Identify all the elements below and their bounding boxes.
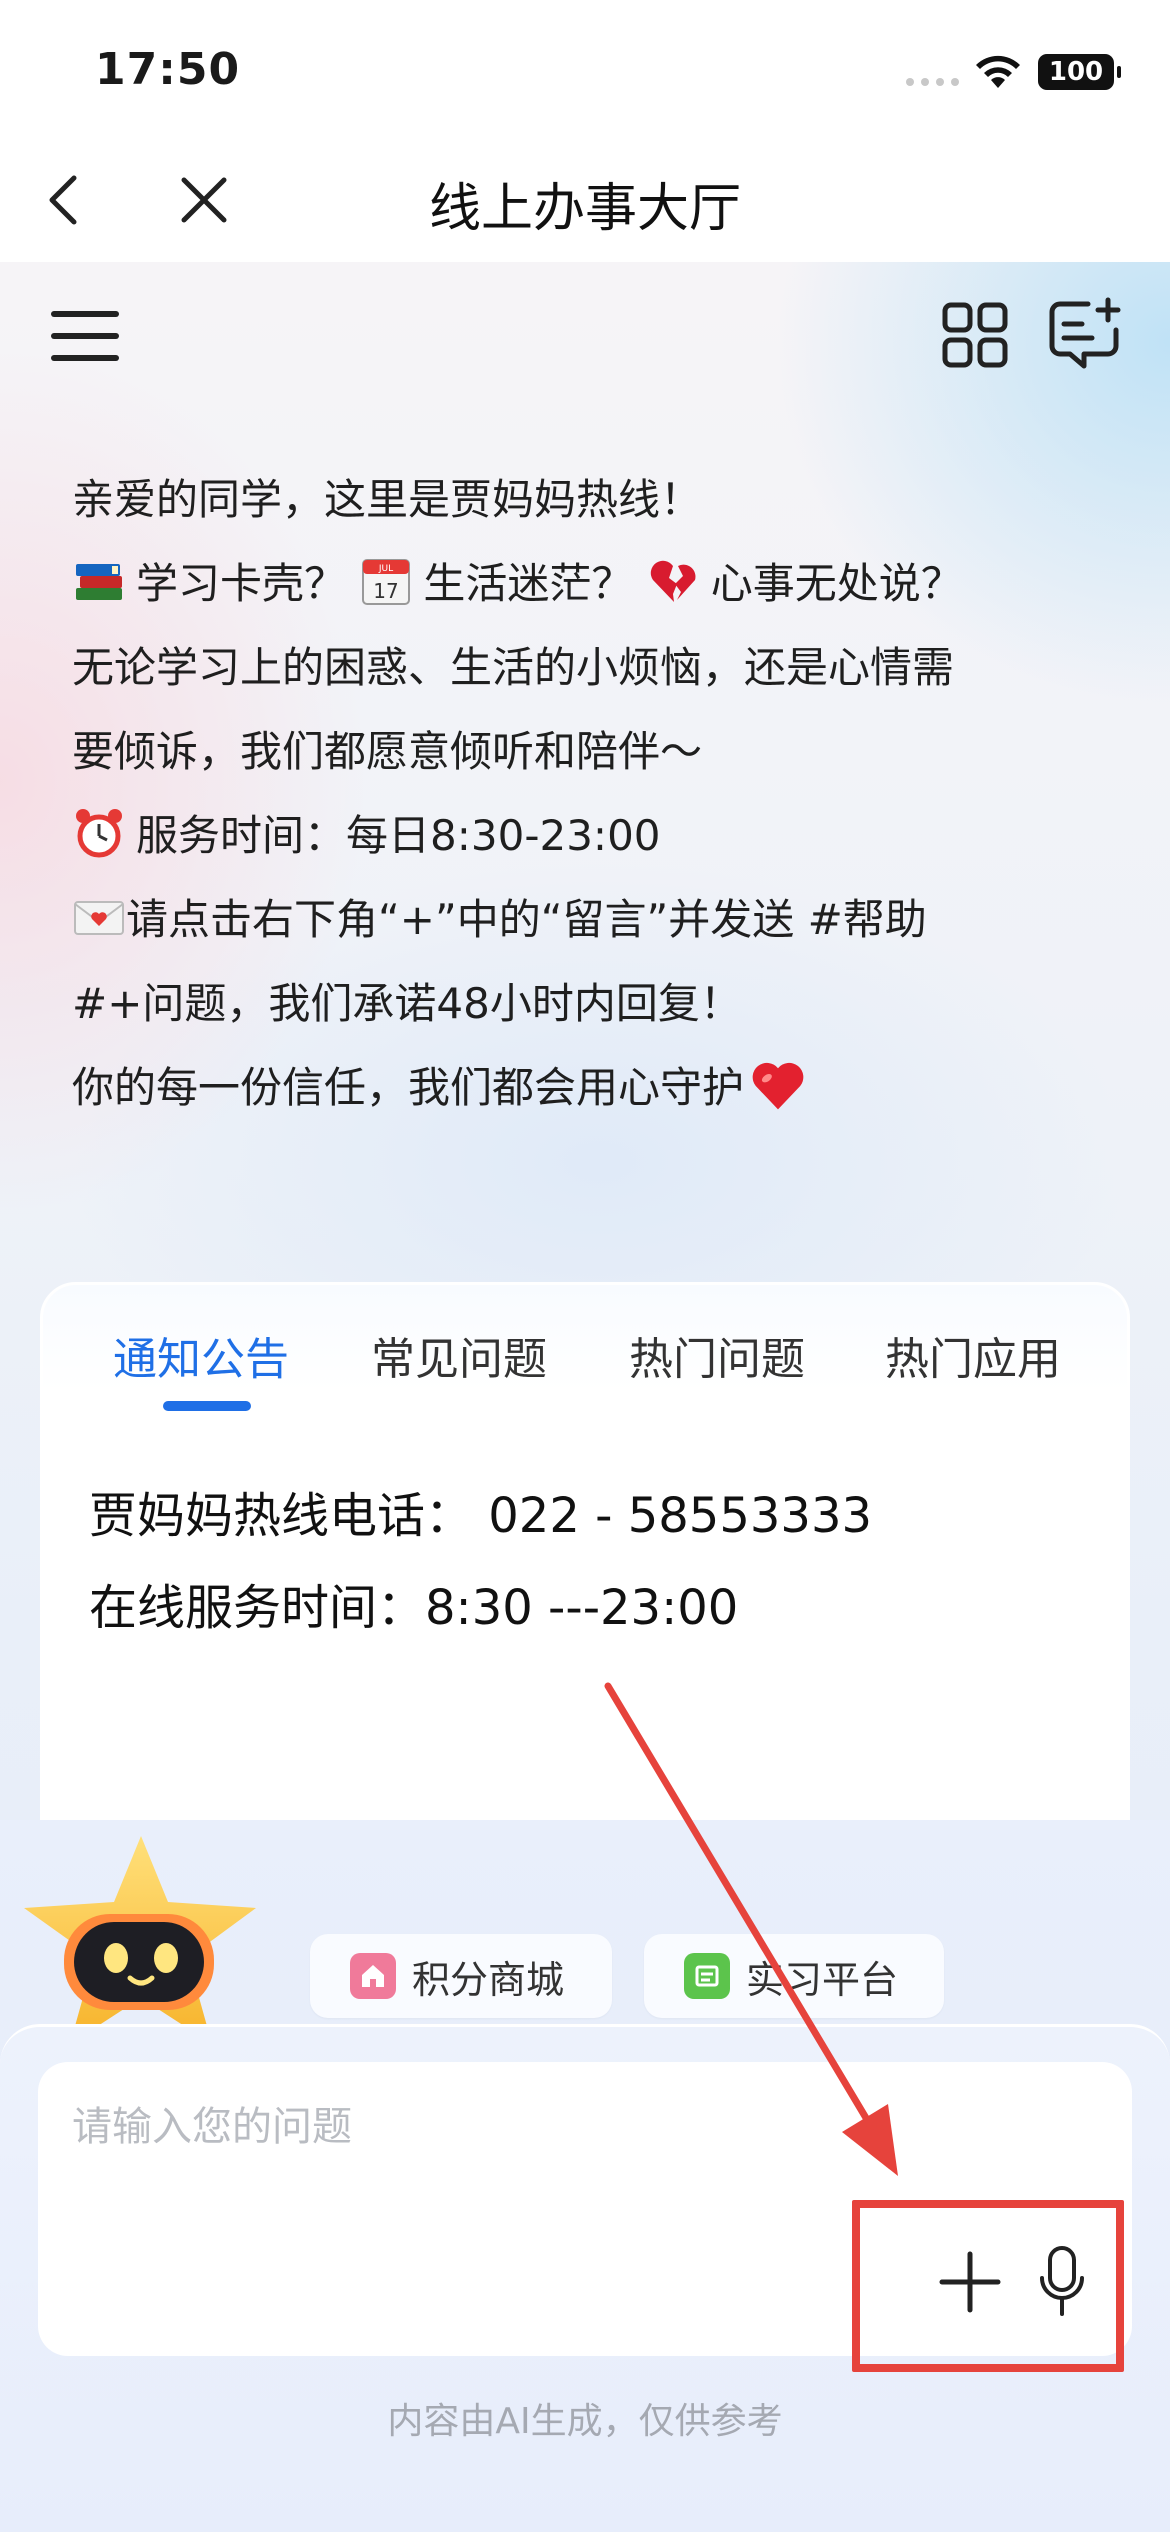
home-icon [350,1953,396,1999]
info-card: 通知公告 常见问题 热门问题 热门应用 贾妈妈热线电话： 022 - 58553… [40,1282,1130,1822]
apps-grid-icon[interactable] [940,300,1010,370]
tab-notice[interactable]: 通知公告 [113,1323,289,1387]
navigation-bar: 线上办事大厅 [0,140,1170,262]
love-letter-icon [74,901,124,935]
red-heart-icon [752,1062,804,1110]
welcome-line: 无论学习上的困惑、生活的小烦恼，还是心情需 [72,643,955,692]
internship-platform-chip[interactable]: 实习平台 [644,1934,944,2018]
calendar-month: JUL [378,564,393,574]
cellular-signal-icon [906,78,959,86]
active-tab-indicator [163,1401,251,1411]
welcome-line: #+问题，我们承诺48小时内回复！ [72,979,742,1028]
welcome-line: 服务时间：每日8:30-23:00 [72,794,1112,878]
tab-hot-apps[interactable]: 热门应用 [885,1323,1061,1387]
alarm-clock-icon [76,809,122,858]
welcome-text: 请点击右下角“+”中的“留言”并发送 #帮助 [126,895,927,944]
notice-content: 贾妈妈热线电话： 022 - 58553333 在线服务时间：8:30 ---2… [89,1470,872,1654]
new-chat-icon[interactable] [1046,296,1122,372]
page-title: 线上办事大厅 [428,179,741,239]
ai-disclaimer: 内容由AI生成，仅供参考 [387,2401,783,2442]
service-hours-text: 在线服务时间：8:30 ---23:00 [89,1580,739,1636]
welcome-text: 心事无处说？ [710,559,963,608]
calendar-icon: JUL 17 [362,559,411,605]
menu-icon[interactable] [50,300,120,370]
annotation-highlight-box [852,2200,1124,2372]
tab-hot-questions[interactable]: 热门问题 [629,1323,805,1387]
welcome-line: 请点击右下角“+”中的“留言”并发送 #帮助 [72,878,1112,962]
broken-heart-icon [650,560,696,602]
calendar-day: 17 [374,579,399,603]
tab-faq[interactable]: 常见问题 [371,1323,547,1387]
intern-icon [684,1953,730,1999]
welcome-text: 服务时间：每日8:30-23:00 [136,811,661,860]
chip-label: 积分商城 [412,1957,565,2002]
welcome-line: 要倾诉，我们都愿意倾听和陪伴～ [72,727,703,776]
welcome-message: 亲爱的同学，这里是贾妈妈热线！ 学习卡壳？ JUL 17 生活迷茫？ 心事无处说… [72,458,1112,1130]
points-mall-chip[interactable]: 积分商城 [310,1934,612,2018]
chip-label: 实习平台 [746,1957,899,2002]
welcome-line: 学习卡壳？ JUL 17 生活迷茫？ 心事无处说？ [72,542,1112,626]
battery-icon: 100 [1038,54,1121,90]
status-time: 17:50 [95,44,241,95]
welcome-line: 你的每一份信任，我们都会用心守护 [72,1046,1112,1130]
tab-bar: 通知公告 常见问题 热门问题 热门应用 [43,1285,1127,1415]
welcome-text: 学习卡壳？ [136,559,347,608]
books-icon [76,564,122,600]
screen: 17:50 100 线上办事大厅 亲爱的同学，这里是贾妈妈热线！ 学习卡壳？ J… [0,0,1170,2532]
wifi-icon [976,55,1020,88]
welcome-line: 亲爱的同学，这里是贾妈妈热线！ [72,475,703,524]
hotline-text: 贾妈妈热线电话： 022 - 58553333 [89,1488,873,1544]
welcome-text: 你的每一份信任，我们都会用心守护 [72,1063,745,1112]
welcome-text: 生活迷茫？ [423,559,634,608]
question-input-placeholder: 请输入您的问题 [72,2104,352,2150]
status-bar: 17:50 100 [0,0,1170,140]
